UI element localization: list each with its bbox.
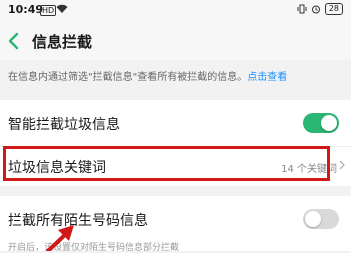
alarm-icon bbox=[311, 5, 320, 14]
status-time: 10:49 bbox=[8, 3, 44, 16]
chevron-right-icon bbox=[339, 160, 345, 170]
annotation-arrow-icon bbox=[46, 225, 74, 251]
notice-bar: 在信息内通过筛选"拦截信息"查看所有被拦截的信息。点击查看 bbox=[0, 60, 351, 92]
notice-text: 在信息内通过筛选"拦截信息"查看所有被拦截的信息。 bbox=[8, 72, 248, 83]
setting-spam-keywords[interactable]: 垃圾信息关键词 14 个关键词 bbox=[0, 146, 351, 186]
app-header: 信息拦截 bbox=[0, 22, 351, 60]
status-right-icons: 28 bbox=[297, 3, 343, 15]
setting-smart-block-label: 智能拦截垃圾信息 bbox=[8, 117, 120, 133]
vibrate-icon bbox=[297, 4, 307, 14]
setting-block-unknown-desc: 开启后，该设置仅对陌生号码信息部分拦截 bbox=[8, 243, 180, 253]
keyword-count: 14 个关键词 bbox=[281, 164, 337, 175]
battery-icon: 28 bbox=[324, 3, 343, 15]
smart-block-toggle[interactable] bbox=[303, 113, 339, 133]
toggle-knob bbox=[305, 211, 321, 227]
wifi-icon bbox=[56, 4, 68, 13]
toggle-knob bbox=[321, 115, 337, 131]
view-link[interactable]: 点击查看 bbox=[247, 72, 287, 83]
back-arrow-icon[interactable] bbox=[6, 31, 22, 51]
hd-icon: HD bbox=[40, 5, 57, 16]
setting-smart-block[interactable]: 智能拦截垃圾信息 bbox=[0, 100, 351, 146]
block-unknown-toggle[interactable] bbox=[303, 209, 339, 229]
setting-spam-keywords-label: 垃圾信息关键词 bbox=[8, 160, 106, 176]
status-bar: 10:49 HD 28 bbox=[0, 0, 351, 22]
page-title: 信息拦截 bbox=[32, 33, 93, 51]
